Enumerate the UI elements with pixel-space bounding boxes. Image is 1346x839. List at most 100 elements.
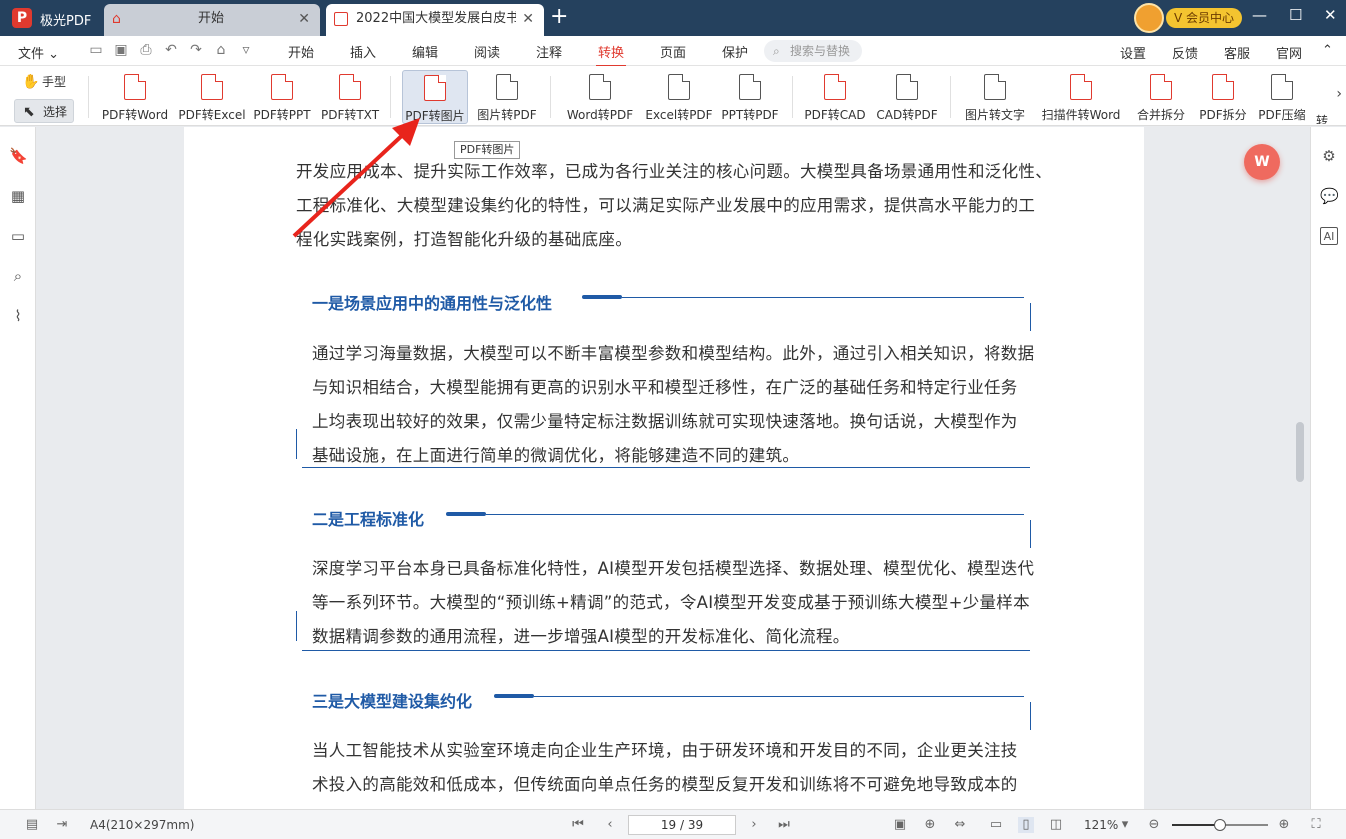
image-to-text-label: 图片转文字	[964, 108, 1025, 122]
paragraph-line: 基础设施，在上面进行简单的微调优化，将能够建造不同的建筑。	[312, 446, 800, 465]
more-convert-button[interactable]: 转	[1314, 70, 1330, 124]
word-to-pdf-label: Word转PDF	[566, 108, 634, 122]
pdf-compress-label: PDF压缩	[1258, 108, 1306, 122]
excel-to-pdf-label: Excel转PDF	[645, 108, 713, 122]
scan-word-icon	[1070, 74, 1092, 100]
hand-tool[interactable]: ✋ 手型	[14, 70, 74, 94]
undo-icon[interactable]: ↶	[163, 42, 179, 58]
two-page-icon[interactable]: ◫	[1048, 817, 1064, 833]
collapse-ribbon-icon[interactable]: ⌃	[1322, 43, 1333, 58]
zoom-dropdown-icon[interactable]: ▾	[1117, 817, 1133, 833]
tab-start[interactable]: 开始	[288, 42, 314, 61]
section-heading: 一是场景应用中的通用性与泛化性	[312, 294, 553, 313]
word-to-pdf-button[interactable]: Word转PDF	[562, 70, 638, 124]
paragraph-line: 数据精调参数的通用流程，进一步增强AI模型的开发标准化、简化流程。	[312, 627, 850, 646]
pdf-split-button[interactable]: PDF拆分	[1196, 70, 1250, 124]
support-link[interactable]: 客服	[1224, 43, 1250, 62]
tab-page[interactable]: 页面	[660, 42, 686, 61]
excel-to-pdf-button[interactable]: Excel转PDF	[644, 70, 714, 124]
search-input[interactable]: ⌕ 搜索与替换	[764, 40, 862, 62]
tab-edit[interactable]: 编辑	[412, 42, 438, 61]
close-window-icon[interactable]: ✕	[1324, 6, 1337, 24]
page-number-input[interactable]: 19 / 39	[628, 815, 736, 835]
fullscreen-icon[interactable]: ⛶	[1308, 817, 1324, 833]
bookmark-icon[interactable]: 🔖	[9, 147, 28, 165]
save-icon[interactable]: ▣	[113, 42, 129, 58]
chat-icon[interactable]: 💬	[1320, 187, 1339, 205]
merge-split-button[interactable]: 合并拆分	[1134, 70, 1188, 124]
scan-to-word-label: 扫描件转Word	[1041, 108, 1121, 122]
scan-to-word-button[interactable]: 扫描件转Word	[1036, 70, 1126, 124]
zoom-slider-fill	[1172, 824, 1220, 826]
cad-file-icon	[824, 74, 846, 100]
pdf-to-cad-button[interactable]: PDF转CAD	[802, 70, 868, 124]
heading-rule	[1030, 702, 1031, 730]
ai-icon[interactable]: AI	[1320, 227, 1338, 245]
vip-center-button[interactable]: V 会员中心	[1166, 8, 1242, 28]
zoom-in-icon[interactable]: ⊕	[1276, 817, 1292, 833]
chevron-right-icon[interactable]: ›	[1336, 86, 1342, 102]
vip-avatar[interactable]	[1134, 3, 1164, 33]
select-tool[interactable]: ⬉ 选择	[14, 99, 74, 123]
maximize-icon[interactable]: ☐	[1289, 6, 1302, 24]
annotation-arrow	[292, 118, 420, 238]
pdf-split-label: PDF拆分	[1199, 108, 1247, 122]
minimize-icon[interactable]: —	[1252, 6, 1267, 24]
settings-link[interactable]: 设置	[1120, 43, 1146, 62]
zoom-slider-knob[interactable]	[1214, 819, 1226, 831]
export-icon[interactable]: ⇥	[54, 817, 70, 833]
comments-icon[interactable]: ▭	[9, 227, 27, 245]
image-to-text-button[interactable]: 图片转文字	[962, 70, 1028, 124]
redo-icon[interactable]: ↷	[188, 42, 204, 58]
image-to-pdf-button[interactable]: 图片转PDF	[474, 70, 540, 124]
cad-to-pdf-button[interactable]: CAD转PDF	[874, 70, 940, 124]
arrow-shaft	[292, 128, 410, 238]
heading-rule	[622, 297, 1024, 298]
open-folder-icon[interactable]: ▭	[88, 42, 104, 58]
single-page-icon[interactable]: ▭	[988, 817, 1004, 833]
attachment-icon[interactable]: ⌇	[9, 307, 27, 325]
tab-document[interactable]: 2022中国大模型发展白皮书... ✕	[326, 4, 544, 36]
ppt-to-pdf-button[interactable]: PPT转PDF	[718, 70, 782, 124]
heading-accent	[494, 694, 534, 698]
tab-read[interactable]: 阅读	[474, 42, 500, 61]
tab-home[interactable]: ⌂ 开始 ✕	[104, 4, 320, 36]
search-icon[interactable]: ⌕	[9, 267, 27, 285]
prev-page-icon[interactable]: ‹	[602, 817, 618, 833]
tab-insert[interactable]: 插入	[350, 42, 376, 61]
vip-center-label: 会员中心	[1186, 11, 1235, 25]
zoom-out-icon[interactable]: ⊖	[1146, 817, 1162, 833]
pdf-compress-button[interactable]: PDF压缩	[1256, 70, 1308, 124]
continuous-page-icon[interactable]: ▯	[1018, 817, 1034, 833]
pdf-to-word-button[interactable]: PDF转Word	[98, 70, 172, 124]
thumbnails-icon[interactable]: ▦	[9, 187, 27, 205]
image-to-pdf-label: 图片转PDF	[477, 108, 537, 122]
heading-rule	[486, 514, 1024, 515]
customize-icon[interactable]: ▿	[238, 42, 254, 58]
zoom-slider[interactable]	[1172, 819, 1268, 831]
feedback-link[interactable]: 反馈	[1172, 43, 1198, 62]
print-icon[interactable]: ⎙	[138, 42, 154, 58]
properties-icon[interactable]: ⚙	[1320, 147, 1338, 165]
sidebar-toggle-icon[interactable]: ▤	[24, 817, 40, 833]
tab-convert[interactable]: 转换	[595, 42, 627, 67]
pdf-to-excel-button[interactable]: PDF转Excel	[176, 70, 248, 124]
file-menu[interactable]: 文件 ⌄	[18, 43, 59, 62]
website-link[interactable]: 官网	[1276, 43, 1302, 62]
fit-width-icon[interactable]: ⇔	[952, 817, 968, 833]
home-icon[interactable]: ⌂	[213, 42, 229, 58]
actual-size-icon[interactable]: ▣	[892, 817, 908, 833]
zoom-level[interactable]: 121%	[1084, 818, 1118, 832]
close-icon[interactable]: ✕	[522, 4, 534, 34]
tab-protect[interactable]: 保护	[722, 42, 748, 61]
next-page-icon[interactable]: ›	[746, 817, 762, 833]
quick-convert-button[interactable]: W	[1244, 144, 1280, 180]
first-page-icon[interactable]: ⏮	[570, 817, 586, 833]
fit-page-icon[interactable]: ⊕	[922, 817, 938, 833]
last-page-icon[interactable]: ⏭	[776, 817, 792, 833]
new-tab-icon[interactable]: +	[550, 4, 568, 30]
close-icon[interactable]: ✕	[298, 4, 310, 34]
vertical-scrollbar[interactable]	[1296, 422, 1304, 482]
tab-annotate[interactable]: 注释	[536, 42, 562, 61]
heading-accent	[446, 512, 486, 516]
